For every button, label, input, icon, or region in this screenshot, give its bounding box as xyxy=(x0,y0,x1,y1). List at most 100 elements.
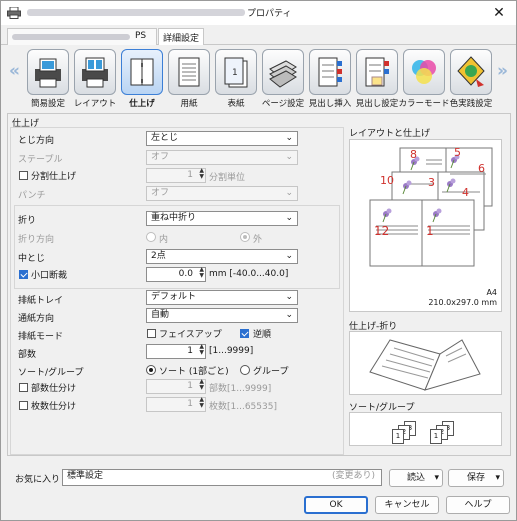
tab-settings-icon xyxy=(365,57,389,87)
page-number-label: 6 xyxy=(478,162,485,175)
set-separation-checkbox[interactable] xyxy=(19,383,28,392)
chevron-down-icon: ⌄ xyxy=(285,213,293,223)
paper-size: 210.0x297.0 mm xyxy=(428,298,497,307)
copies-range: [1...9999] xyxy=(209,346,254,356)
tab-ps-label: PS xyxy=(135,31,147,41)
close-button[interactable]: ✕ xyxy=(485,3,513,23)
tab-insert-icon xyxy=(318,57,342,87)
trim-range: mm [-40.0...40.0] xyxy=(209,269,289,279)
reverse-order-checkbox[interactable] xyxy=(240,329,249,338)
set-separation-range: 部数[1...9999] xyxy=(209,384,272,394)
chevron-down-icon: ⌄ xyxy=(285,133,293,143)
saddle-select[interactable]: 2点 ⌄ xyxy=(146,249,298,264)
copies-value: 1 xyxy=(187,346,193,356)
group-option-label: グループ xyxy=(253,367,289,377)
spin-arrows-icon: ▲ ▼ xyxy=(199,343,204,356)
fold-preview xyxy=(349,331,502,395)
sort-page-sheet: 1 xyxy=(430,429,442,444)
binding-direction-value: 左とじ xyxy=(151,133,179,143)
fold-in-radio[interactable] xyxy=(146,232,156,242)
cover-icon: 1 xyxy=(224,57,248,88)
fold-value: 重ね中折り xyxy=(151,213,197,223)
chevron-down-icon: ⌄ xyxy=(285,310,293,320)
category-button[interactable] xyxy=(403,49,445,95)
page-number-label: 4 xyxy=(462,186,469,199)
page-number-label: 1 xyxy=(426,224,434,238)
printer-name-redacted xyxy=(27,9,245,16)
paper-icon xyxy=(178,57,200,87)
sheet-separation-range: 枚数[1...65535] xyxy=(209,402,277,412)
feed-direction-label: 通紙方向 xyxy=(18,314,55,324)
printer-icon xyxy=(7,7,21,19)
scroll-right-icon[interactable]: » xyxy=(497,61,508,81)
category-button[interactable] xyxy=(309,49,351,95)
main-panel: 仕上げ とじ方向 左とじ ⌄ ステープル オフ ⌄ 分割仕上げ 1 ▲ ▼ 分割単位 パ… xyxy=(7,113,511,456)
fold-label: 折り xyxy=(18,216,37,226)
category-button[interactable]: 1 xyxy=(215,49,257,95)
category-button[interactable] xyxy=(356,49,398,95)
trim-spinner[interactable]: 0.0 ▲ ▼ xyxy=(146,267,206,282)
sort-option-label: ソート (1部ごと) xyxy=(159,367,229,377)
category-button[interactable] xyxy=(121,49,163,95)
help-button[interactable]: ヘルプ xyxy=(446,496,510,514)
cancel-button[interactable]: キャンセル xyxy=(375,496,439,514)
layout-preview: 8 5 6 10 3 4 12 1 A4 210.0x297.0 mm xyxy=(349,139,502,312)
output-mode-label: 排紙モード xyxy=(18,332,64,342)
tab-ps[interactable]: PS xyxy=(7,28,157,45)
spin-arrows-icon: ▲ ▼ xyxy=(199,167,204,180)
staple-label: ステープル xyxy=(18,155,63,165)
punch-value: オフ xyxy=(151,188,170,198)
binding-direction-select[interactable]: 左とじ ⌄ xyxy=(146,131,298,146)
ok-button[interactable]: OK xyxy=(304,496,368,514)
fold-out-radio[interactable] xyxy=(240,232,250,242)
sort-page-sheet: 1 xyxy=(392,429,404,444)
category-button[interactable] xyxy=(168,49,210,95)
trim-label: 小口断裁 xyxy=(31,271,68,281)
faceup-checkbox[interactable] xyxy=(147,329,156,338)
split-unit-label: 分割単位 xyxy=(209,173,246,183)
trim-value: 0.0 xyxy=(178,269,193,279)
properties-dialog: プロパティ ✕ PS 詳細設定 « » 簡易設定 レイアウト 仕上げ 用紙 1 表紙 ページ… xyxy=(0,0,517,521)
category-button[interactable] xyxy=(450,49,492,95)
fold-select[interactable]: 重ね中折り ⌄ xyxy=(146,211,298,226)
layout-preview-title: レイアウトと仕上げ xyxy=(349,129,431,139)
tab-advanced[interactable]: 詳細設定 xyxy=(158,28,204,45)
sort-radio[interactable] xyxy=(146,365,156,375)
copies-label: 部数 xyxy=(18,350,37,360)
category-button[interactable] xyxy=(74,49,116,95)
binding-direction-label: とじ方向 xyxy=(18,136,55,146)
split-unit-spinner[interactable]: 1 ▲ ▼ xyxy=(146,168,206,183)
sort-group-label: ソート/グループ xyxy=(18,368,84,378)
feed-direction-select[interactable]: 自動 ⌄ xyxy=(146,308,298,323)
fold-in-label: 内 xyxy=(159,235,169,245)
fold-preview-image xyxy=(369,339,481,391)
group-radio[interactable] xyxy=(240,365,250,375)
favorites-select[interactable]: 標準設定 (変更あり) xyxy=(62,469,382,486)
category-button[interactable] xyxy=(27,49,69,95)
saddle-label: 中とじ xyxy=(18,254,46,264)
output-tray-select[interactable]: デフォルト ⌄ xyxy=(146,290,298,305)
split-unit-value: 1 xyxy=(187,170,193,180)
save-button[interactable]: 保存 ▾ xyxy=(448,469,504,487)
fold-out-label: 外 xyxy=(253,235,263,245)
save-label: 保存 xyxy=(466,473,485,483)
category-label: 色実践設定 xyxy=(449,99,493,109)
sheet-separation-spinner[interactable]: 1 ▲ ▼ xyxy=(146,397,206,412)
copies-spinner[interactable]: 1 ▲ ▼ xyxy=(146,344,206,359)
split-finishing-checkbox[interactable] xyxy=(19,171,28,180)
staple-select[interactable]: オフ ⌄ xyxy=(146,150,298,165)
punch-select[interactable]: オフ ⌄ xyxy=(146,186,298,201)
trim-checkbox[interactable] xyxy=(19,270,28,279)
split-finishing-label: 分割仕上げ xyxy=(31,172,77,182)
sheet-separation-checkbox[interactable] xyxy=(19,401,28,410)
page-setup-icon xyxy=(269,60,297,88)
page-number-label: 12 xyxy=(374,224,390,238)
load-button[interactable]: 読込 ▾ xyxy=(389,469,443,487)
scroll-left-icon[interactable]: « xyxy=(9,61,20,81)
set-separation-spinner[interactable]: 1 ▲ ▼ xyxy=(146,379,206,394)
window-title: プロパティ xyxy=(247,9,292,19)
category-button[interactable] xyxy=(262,49,304,95)
dropdown-arrow-icon: ▾ xyxy=(434,473,439,483)
finishing-icon xyxy=(130,58,154,86)
color-mode-icon xyxy=(412,60,436,84)
